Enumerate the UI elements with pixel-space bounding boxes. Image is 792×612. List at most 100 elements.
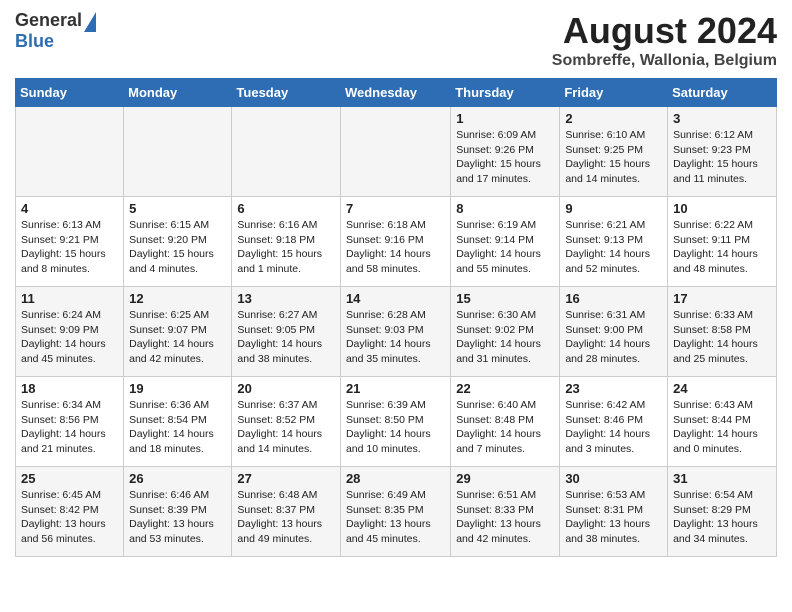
calendar-cell: 30Sunrise: 6:53 AM Sunset: 8:31 PM Dayli… — [560, 467, 668, 557]
cell-content: Sunrise: 6:34 AM Sunset: 8:56 PM Dayligh… — [21, 398, 118, 457]
cell-content: Sunrise: 6:15 AM Sunset: 9:20 PM Dayligh… — [129, 218, 226, 277]
day-number: 10 — [673, 201, 771, 216]
month-year-title: August 2024 — [552, 10, 777, 52]
page-header: General Blue August 2024 Sombreffe, Wall… — [15, 10, 777, 70]
logo: General Blue — [15, 10, 96, 52]
calendar-cell: 14 Sunrise: 6:28 AM Sunset: 9:03 PM Dayli… — [340, 287, 450, 377]
calendar-cell: 26 Sunrise: 6:46 AM Sunset: 8:39 PM Dayli… — [124, 467, 232, 557]
cell-content: Sunrise: 6:13 AM Sunset: 9:21 PM Dayligh… — [21, 218, 118, 277]
cell-content: Sunrise: 6:36 AM Sunset: 8:54 PM Dayligh… — [129, 398, 226, 457]
cell-content: Sunrise: 6:30 AM Sunset: 9:02 PM Dayligh… — [456, 308, 554, 367]
calendar-cell: 27Sunrise: 6:48 AM Sunset: 8:37 PM Dayli… — [232, 467, 341, 557]
day-number: 1 — [456, 111, 554, 126]
cell-content: Sunrise: 6:27 AM Sunset: 9:05 PM Dayligh… — [237, 308, 335, 367]
day-number: 7 — [346, 201, 445, 216]
calendar-cell: 7 Sunrise: 6:18 AM Sunset: 9:16 PM Daylig… — [340, 197, 450, 287]
week-row-5: 25 Sunrise: 6:45 AM Sunset: 8:42 PM Dayli… — [16, 467, 777, 557]
cell-content: Sunrise: 6:46 AM Sunset: 8:39 PM Dayligh… — [129, 488, 226, 547]
cell-content: Sunrise: 6:18 AM Sunset: 9:16 PM Dayligh… — [346, 218, 445, 277]
day-number: 30 — [565, 471, 662, 486]
cell-content: Sunrise: 6:10 AM Sunset: 9:25 PM Dayligh… — [565, 128, 662, 187]
calendar-cell: 25 Sunrise: 6:45 AM Sunset: 8:42 PM Dayli… — [16, 467, 124, 557]
calendar-cell: 20 Sunrise: 6:37 AM Sunset: 8:52 PM Dayli… — [232, 377, 341, 467]
cell-content: Sunrise: 6:16 AM Sunset: 9:18 PM Dayligh… — [237, 218, 335, 277]
day-number: 26 — [129, 471, 226, 486]
day-number: 8 — [456, 201, 554, 216]
calendar-cell: 16 Sunrise: 6:31 AM Sunset: 9:00 PM Dayli… — [560, 287, 668, 377]
calendar-cell: 10 Sunrise: 6:22 AM Sunset: 9:11 PM Dayli… — [668, 197, 777, 287]
cell-content: Sunrise: 6:54 AM Sunset: 8:29 PM Dayligh… — [673, 488, 771, 547]
day-number: 22 — [456, 381, 554, 396]
day-number: 3 — [673, 111, 771, 126]
day-number: 28 — [346, 471, 445, 486]
day-number: 4 — [21, 201, 118, 216]
cell-content: Sunrise: 6:37 AM Sunset: 8:52 PM Dayligh… — [237, 398, 335, 457]
cell-content: Sunrise: 6:25 AM Sunset: 9:07 PM Dayligh… — [129, 308, 226, 367]
header-monday: Monday — [124, 79, 232, 107]
calendar-cell — [124, 107, 232, 197]
header-tuesday: Tuesday — [232, 79, 341, 107]
day-number: 24 — [673, 381, 771, 396]
cell-content: Sunrise: 6:19 AM Sunset: 9:14 PM Dayligh… — [456, 218, 554, 277]
calendar-cell: 4 Sunrise: 6:13 AM Sunset: 9:21 PM Daylig… — [16, 197, 124, 287]
cell-content: Sunrise: 6:12 AM Sunset: 9:23 PM Dayligh… — [673, 128, 771, 187]
day-number: 18 — [21, 381, 118, 396]
calendar-cell: 13 Sunrise: 6:27 AM Sunset: 9:05 PM Dayli… — [232, 287, 341, 377]
cell-content: Sunrise: 6:39 AM Sunset: 8:50 PM Dayligh… — [346, 398, 445, 457]
cell-content: Sunrise: 6:45 AM Sunset: 8:42 PM Dayligh… — [21, 488, 118, 547]
calendar-cell: 5 Sunrise: 6:15 AM Sunset: 9:20 PM Daylig… — [124, 197, 232, 287]
day-number: 21 — [346, 381, 445, 396]
calendar-cell: 11Sunrise: 6:24 AM Sunset: 9:09 PM Dayli… — [16, 287, 124, 377]
cell-content: Sunrise: 6:21 AM Sunset: 9:13 PM Dayligh… — [565, 218, 662, 277]
cell-content: Sunrise: 6:49 AM Sunset: 8:35 PM Dayligh… — [346, 488, 445, 547]
cell-content: Sunrise: 6:42 AM Sunset: 8:46 PM Dayligh… — [565, 398, 662, 457]
logo-triangle-icon — [84, 12, 96, 32]
header-friday: Friday — [560, 79, 668, 107]
cell-content: Sunrise: 6:43 AM Sunset: 8:44 PM Dayligh… — [673, 398, 771, 457]
cell-content: Sunrise: 6:51 AM Sunset: 8:33 PM Dayligh… — [456, 488, 554, 547]
header-sunday: Sunday — [16, 79, 124, 107]
day-number: 15 — [456, 291, 554, 306]
cell-content: Sunrise: 6:22 AM Sunset: 9:11 PM Dayligh… — [673, 218, 771, 277]
week-row-4: 18 Sunrise: 6:34 AM Sunset: 8:56 PM Dayli… — [16, 377, 777, 467]
day-number: 20 — [237, 381, 335, 396]
header-row: SundayMondayTuesdayWednesdayThursdayFrid… — [16, 79, 777, 107]
calendar-cell: 28 Sunrise: 6:49 AM Sunset: 8:35 PM Dayli… — [340, 467, 450, 557]
day-number: 23 — [565, 381, 662, 396]
day-number: 6 — [237, 201, 335, 216]
calendar-cell: 18 Sunrise: 6:34 AM Sunset: 8:56 PM Dayli… — [16, 377, 124, 467]
calendar-cell: 23 Sunrise: 6:42 AM Sunset: 8:46 PM Dayli… — [560, 377, 668, 467]
calendar-table: SundayMondayTuesdayWednesdayThursdayFrid… — [15, 78, 777, 557]
day-number: 13 — [237, 291, 335, 306]
calendar-cell: 9Sunrise: 6:21 AM Sunset: 9:13 PM Daylig… — [560, 197, 668, 287]
day-number: 31 — [673, 471, 771, 486]
calendar-cell: 3 Sunrise: 6:12 AM Sunset: 9:23 PM Daylig… — [668, 107, 777, 197]
day-number: 17 — [673, 291, 771, 306]
header-wednesday: Wednesday — [340, 79, 450, 107]
calendar-cell: 6 Sunrise: 6:16 AM Sunset: 9:18 PM Daylig… — [232, 197, 341, 287]
calendar-cell: 17 Sunrise: 6:33 AM Sunset: 8:58 PM Dayli… — [668, 287, 777, 377]
calendar-cell: 2 Sunrise: 6:10 AM Sunset: 9:25 PM Daylig… — [560, 107, 668, 197]
header-thursday: Thursday — [451, 79, 560, 107]
day-number: 12 — [129, 291, 226, 306]
day-number: 5 — [129, 201, 226, 216]
header-saturday: Saturday — [668, 79, 777, 107]
cell-content: Sunrise: 6:28 AM Sunset: 9:03 PM Dayligh… — [346, 308, 445, 367]
day-number: 2 — [565, 111, 662, 126]
cell-content: Sunrise: 6:33 AM Sunset: 8:58 PM Dayligh… — [673, 308, 771, 367]
cell-content: Sunrise: 6:48 AM Sunset: 8:37 PM Dayligh… — [237, 488, 335, 547]
day-number: 11 — [21, 291, 118, 306]
cell-content: Sunrise: 6:09 AM Sunset: 9:26 PM Dayligh… — [456, 128, 554, 187]
day-number: 16 — [565, 291, 662, 306]
logo-blue: Blue — [15, 31, 54, 52]
calendar-cell — [16, 107, 124, 197]
calendar-cell: 8 Sunrise: 6:19 AM Sunset: 9:14 PM Daylig… — [451, 197, 560, 287]
calendar-cell: 1 Sunrise: 6:09 AM Sunset: 9:26 PM Daylig… — [451, 107, 560, 197]
calendar-cell: 15 Sunrise: 6:30 AM Sunset: 9:02 PM Dayli… — [451, 287, 560, 377]
day-number: 25 — [21, 471, 118, 486]
day-number: 14 — [346, 291, 445, 306]
cell-content: Sunrise: 6:31 AM Sunset: 9:00 PM Dayligh… — [565, 308, 662, 367]
calendar-cell: 12 Sunrise: 6:25 AM Sunset: 9:07 PM Dayli… — [124, 287, 232, 377]
logo-general: General — [15, 10, 82, 31]
calendar-cell: 19Sunrise: 6:36 AM Sunset: 8:54 PM Dayli… — [124, 377, 232, 467]
